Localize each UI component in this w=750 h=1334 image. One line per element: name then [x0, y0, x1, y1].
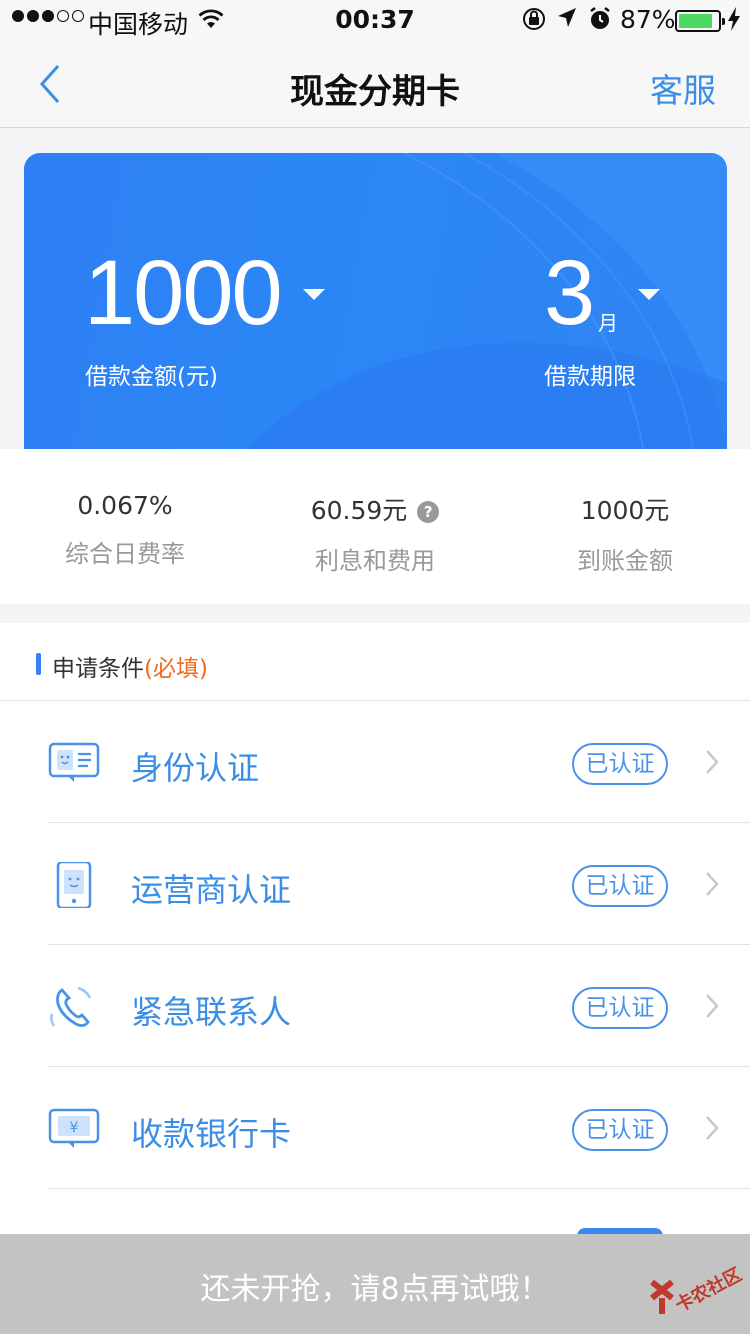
svg-text:¥: ¥: [70, 1120, 79, 1136]
status-bar: 中国移动 00:37 87%: [0, 0, 750, 40]
received-amount-value: 1000元: [580, 496, 670, 525]
toast-message: 还未开抢，请8点再试哦！: [200, 1272, 550, 1307]
term-dropdown-icon[interactable]: [638, 289, 660, 300]
chevron-right-icon: [706, 1116, 719, 1140]
loan-amount-label: 借款金额(元): [85, 364, 218, 390]
loan-card-area: 1000 借款金额(元) 3 月 借款期限: [0, 129, 750, 453]
identity-label: 身份认证: [131, 749, 260, 787]
list-item-carrier[interactable]: 运营商认证 已认证: [48, 823, 750, 945]
rotation-lock-icon: [523, 8, 545, 30]
status-badge: 已认证: [572, 743, 668, 785]
list-item-bank-card[interactable]: ¥ 收款银行卡 已认证: [48, 1067, 750, 1189]
page-title: 现金分期卡: [290, 72, 460, 112]
requirements-header: 申请条件(必填): [0, 623, 750, 701]
loan-amount[interactable]: 1000: [84, 241, 283, 346]
required-mark: (必填): [144, 656, 208, 682]
amount-dropdown-icon[interactable]: [303, 289, 325, 300]
daily-rate-value: 0.067%: [77, 491, 173, 520]
phone-icon: [56, 862, 92, 908]
requirements-section: 申请条件(必填) 身份认证 已认证 运营商认证 已认证 紧急联系人 已认证 ¥ …: [0, 623, 750, 1243]
loan-card: 1000 借款金额(元) 3 月 借款期限: [24, 153, 727, 453]
watermark-text: 卡农社区: [671, 1264, 746, 1317]
loan-term-label: 借款期限: [544, 364, 636, 390]
bank-card-icon: ¥: [48, 1108, 100, 1148]
list-item-identity[interactable]: 身份认证 已认证: [48, 701, 750, 823]
requirements-title: 申请条件(必填): [52, 656, 208, 682]
navigation-bar: 现金分期卡 客服: [0, 40, 750, 128]
id-card-icon: [48, 742, 100, 782]
chevron-right-icon: [706, 872, 719, 896]
received-amount-label: 到账金额: [577, 547, 673, 575]
charging-icon: [728, 7, 740, 31]
chevron-right-icon: [706, 750, 719, 774]
chevron-right-icon: [706, 994, 719, 1018]
received-amount-stat: 1000元 到账金额: [500, 491, 750, 576]
daily-rate-label: 综合日费率: [65, 540, 185, 568]
interest-stat: 60.59元? 利息和费用: [250, 491, 500, 576]
watermark-logo: 卡农社区: [646, 1262, 746, 1324]
status-badge: 已认证: [572, 865, 668, 907]
section-accent-bar: [36, 653, 41, 675]
battery-percent: 87%: [620, 5, 676, 34]
alarm-icon: [590, 7, 610, 29]
help-icon[interactable]: ?: [417, 501, 440, 523]
interest-label: 利息和费用: [315, 547, 435, 575]
emergency-contact-label: 紧急联系人: [131, 993, 292, 1031]
list-item-emergency-contact[interactable]: 紧急联系人 已认证: [48, 945, 750, 1067]
bank-card-label: 收款银行卡: [131, 1115, 292, 1153]
status-badge: 已认证: [572, 1109, 668, 1151]
interest-value: 60.59元: [310, 496, 408, 525]
loan-term[interactable]: 3: [544, 241, 595, 346]
loan-term-unit: 月: [598, 311, 618, 335]
battery-icon: [675, 10, 725, 32]
loan-stats: 0.067% 综合日费率 60.59元? 利息和费用 1000元 到账金额: [0, 449, 750, 604]
contact-phone-icon: [50, 986, 92, 1027]
location-icon: [558, 8, 576, 27]
status-badge: 已认证: [572, 987, 668, 1029]
carrier-auth-label: 运营商认证: [131, 871, 292, 909]
daily-rate-stat: 0.067% 综合日费率: [0, 491, 250, 569]
customer-service-button[interactable]: 客服: [650, 64, 716, 112]
bottom-toast: 还未开抢，请8点再试哦！: [0, 1234, 750, 1334]
